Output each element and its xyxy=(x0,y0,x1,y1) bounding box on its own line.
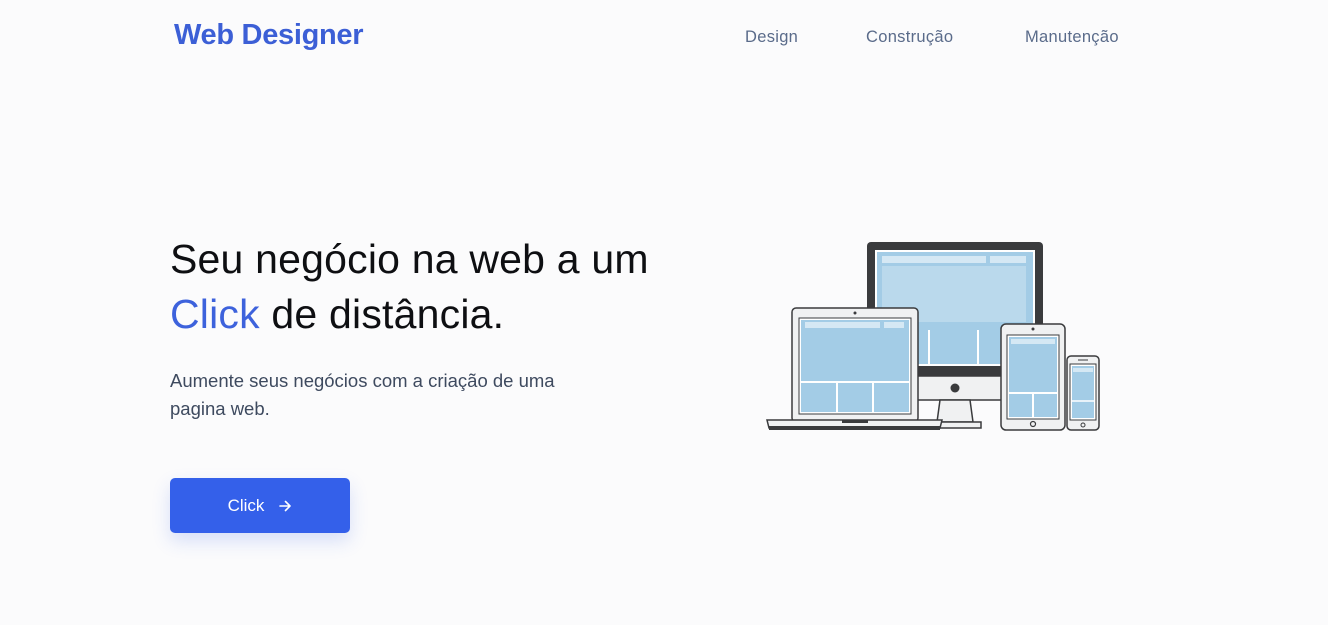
laptop xyxy=(766,307,943,430)
top-header: Web Designer Design Construção Manutençã… xyxy=(0,0,1328,72)
phone xyxy=(1066,355,1100,431)
cta-click-button[interactable]: Click xyxy=(170,478,350,533)
responsive-devices-icon xyxy=(766,242,1100,431)
hero-title-accent: Click xyxy=(170,291,260,337)
nav-link-design[interactable]: Design xyxy=(745,26,798,48)
arrow-right-icon xyxy=(279,500,292,511)
hero-title-after: de distância. xyxy=(259,291,505,337)
hero-title: Seu negócio na web a um Click de distânc… xyxy=(170,232,650,342)
tablet xyxy=(1000,323,1066,431)
hero-title-before: Seu negócio na web a um xyxy=(170,236,649,282)
nav-link-manutencao[interactable]: Manutenção xyxy=(1025,26,1119,48)
landing-page: Web Designer Design Construção Manutençã… xyxy=(0,0,1328,625)
hero-subtitle: Aumente seus negócios com a criação de u… xyxy=(170,370,555,419)
nav-link-construcao[interactable]: Construção xyxy=(866,26,953,48)
cta-label: Click xyxy=(227,495,265,515)
main-nav: Design Construção Manutenção xyxy=(0,26,1328,50)
